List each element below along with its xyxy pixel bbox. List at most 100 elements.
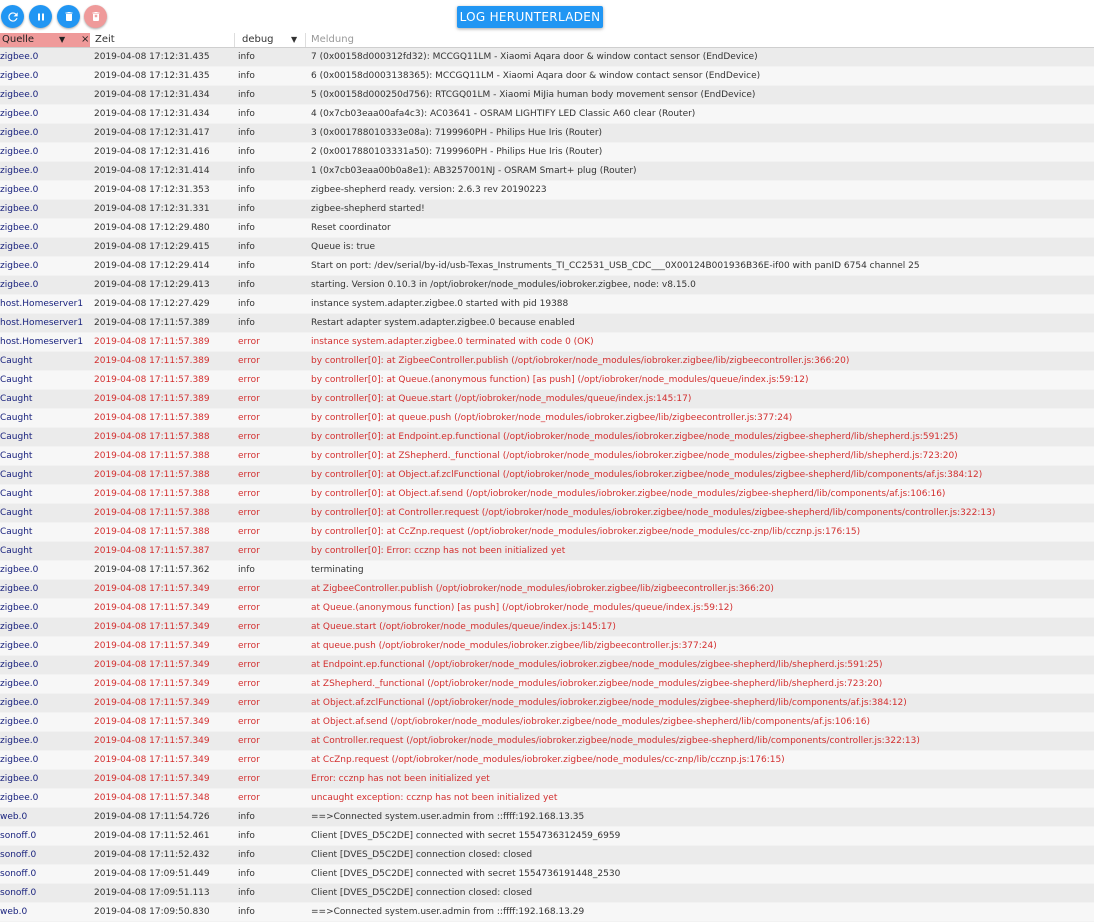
log-row: zigbee.0 2019-04-08 17:11:57.348 error unca… (0, 789, 1094, 808)
log-time: 2019-04-08 17:11:57.349 (94, 755, 210, 765)
log-time: 2019-04-08 17:12:29.414 (94, 261, 210, 271)
log-row: zigbee.0 2019-04-08 17:12:29.415 info Queue… (0, 238, 1094, 257)
delete-icon (92, 12, 99, 21)
log-time: 2019-04-08 17:12:31.434 (94, 90, 210, 100)
log-level: error (238, 451, 260, 461)
log-row: zigbee.0 2019-04-08 17:12:31.434 info 4 (0x… (0, 105, 1094, 124)
log-source: zigbee.0 (0, 584, 39, 594)
level-filter-select[interactable]: debug ▼ (235, 33, 306, 47)
log-time: 2019-04-08 17:11:57.349 (94, 736, 210, 746)
log-row: zigbee.0 2019-04-08 17:11:57.362 info termi… (0, 561, 1094, 580)
log-message: at Object.af.send (/opt/iobroker/node_mo… (311, 717, 870, 727)
download-log-button[interactable]: LOG HERUNTERLADEN (457, 6, 603, 28)
log-source: zigbee.0 (0, 736, 39, 746)
log-message: terminating (311, 565, 364, 575)
log-source: Caught (0, 432, 33, 442)
log-row: Caught 2019-04-08 17:11:57.387 error by con… (0, 542, 1094, 561)
pause-button[interactable] (29, 5, 52, 28)
log-level: error (238, 698, 260, 708)
source-filter-select[interactable]: Quelle ▼ × (0, 33, 91, 47)
log-message: ==>Connected system.user.admin from ::ff… (311, 907, 585, 917)
log-source: Caught (0, 470, 33, 480)
log-message: by controller[0]: at Object.af.zclFuncti… (311, 470, 983, 480)
log-source: zigbee.0 (0, 603, 39, 613)
log-time: 2019-04-08 17:11:57.349 (94, 641, 210, 651)
log-level: info (238, 888, 255, 898)
trash-icon (65, 12, 72, 21)
log-time: 2019-04-08 17:12:31.331 (94, 204, 210, 214)
log-time: 2019-04-08 17:11:52.432 (94, 850, 210, 860)
log-row: zigbee.0 2019-04-08 17:12:31.416 info 2 (0x… (0, 143, 1094, 162)
dropdown-arrow-icon: ▼ (291, 35, 298, 44)
delete-log-button[interactable] (84, 5, 107, 28)
log-row: zigbee.0 2019-04-08 17:12:31.435 info 7 (0x… (0, 48, 1094, 67)
log-time: 2019-04-08 17:11:57.388 (94, 489, 210, 499)
log-time: 2019-04-08 17:11:57.388 (94, 527, 210, 537)
log-message: instance system.adapter.zigbee.0 termina… (311, 337, 594, 347)
log-source: host.Homeserver1 (0, 337, 84, 347)
log-level: error (238, 356, 260, 366)
clear-log-button[interactable] (57, 5, 80, 28)
filter-row: Quelle ▼ × Zeit debug ▼ Meldung (0, 33, 1094, 48)
log-row: Caught 2019-04-08 17:11:57.389 error by con… (0, 390, 1094, 409)
log-row: zigbee.0 2019-04-08 17:11:57.349 error at Z… (0, 675, 1094, 694)
log-time: 2019-04-08 17:11:57.389 (94, 375, 210, 385)
log-level: error (238, 527, 260, 537)
log-message: Queue is: true (311, 242, 375, 252)
log-row: Caught 2019-04-08 17:11:57.388 error by con… (0, 428, 1094, 447)
log-time: 2019-04-08 17:12:29.413 (94, 280, 210, 290)
time-filter-input[interactable]: Zeit (91, 33, 235, 47)
log-level: error (238, 736, 260, 746)
log-time: 2019-04-08 17:12:31.434 (94, 109, 210, 119)
log-source: Caught (0, 394, 33, 404)
log-row: zigbee.0 2019-04-08 17:12:31.331 info zigbe… (0, 200, 1094, 219)
log-row: web.0 2019-04-08 17:11:54.726 info ==>Conne… (0, 808, 1094, 827)
log-message: at Endpoint.ep.functional (/opt/iobroker… (311, 660, 883, 670)
log-source: host.Homeserver1 (0, 318, 84, 328)
log-level: info (238, 812, 255, 822)
log-source: zigbee.0 (0, 717, 39, 727)
log-source: zigbee.0 (0, 641, 39, 651)
log-time: 2019-04-08 17:12:31.414 (94, 166, 210, 176)
log-message: Start on port: /dev/serial/by-id/usb-Tex… (311, 261, 920, 271)
log-source: Caught (0, 451, 33, 461)
log-row: zigbee.0 2019-04-08 17:12:31.414 info 1 (0x… (0, 162, 1094, 181)
log-time: 2019-04-08 17:11:57.349 (94, 774, 210, 784)
refresh-button[interactable] (1, 5, 24, 28)
log-time: 2019-04-08 17:11:57.389 (94, 413, 210, 423)
log-table: zigbee.0 2019-04-08 17:12:31.435 info 7 (0x… (0, 48, 1094, 922)
log-level: info (238, 850, 255, 860)
log-source: zigbee.0 (0, 52, 39, 62)
log-row: zigbee.0 2019-04-08 17:12:31.435 info 6 (0x… (0, 67, 1094, 86)
log-row: zigbee.0 2019-04-08 17:11:57.349 error at Q… (0, 599, 1094, 618)
log-row: zigbee.0 2019-04-08 17:11:57.349 error Erro… (0, 770, 1094, 789)
log-row: zigbee.0 2019-04-08 17:11:57.349 error at E… (0, 656, 1094, 675)
log-time: 2019-04-08 17:11:54.726 (94, 812, 210, 822)
log-message: 1 (0x7cb03eaa00b0a8e1): AB3257001NJ - OS… (311, 166, 637, 176)
log-level: error (238, 622, 260, 632)
log-level: error (238, 717, 260, 727)
log-message: by controller[0]: at Controller.request … (311, 508, 996, 518)
log-message: Restart adapter system.adapter.zigbee.0 … (311, 318, 575, 328)
log-time: 2019-04-08 17:12:31.435 (94, 52, 210, 62)
log-time: 2019-04-08 17:09:50.830 (94, 907, 210, 917)
clear-filter-icon[interactable]: × (81, 33, 89, 47)
pause-icon (37, 13, 44, 20)
log-level: error (238, 603, 260, 613)
log-source: zigbee.0 (0, 185, 39, 195)
log-row: zigbee.0 2019-04-08 17:11:57.349 error at O… (0, 694, 1094, 713)
log-toolbar: LOG HERUNTERLADEN (0, 0, 1094, 33)
log-message: by controller[0]: at CcZnp.request (/opt… (311, 527, 861, 537)
log-time: 2019-04-08 17:12:31.353 (94, 185, 210, 195)
log-source: zigbee.0 (0, 679, 39, 689)
log-time: 2019-04-08 17:11:57.389 (94, 337, 210, 347)
log-level: error (238, 337, 260, 347)
log-source: zigbee.0 (0, 261, 39, 271)
log-message: Reset coordinator (311, 223, 391, 233)
log-message: at Queue.start (/opt/iobroker/node_modul… (311, 622, 616, 632)
message-filter-input[interactable]: Meldung (306, 33, 1094, 47)
log-time: 2019-04-08 17:11:57.349 (94, 660, 210, 670)
log-message: by controller[0]: at queue.push (/opt/io… (311, 413, 793, 423)
log-source: zigbee.0 (0, 622, 39, 632)
log-message: starting. Version 0.10.3 in /opt/iobroke… (311, 280, 696, 290)
